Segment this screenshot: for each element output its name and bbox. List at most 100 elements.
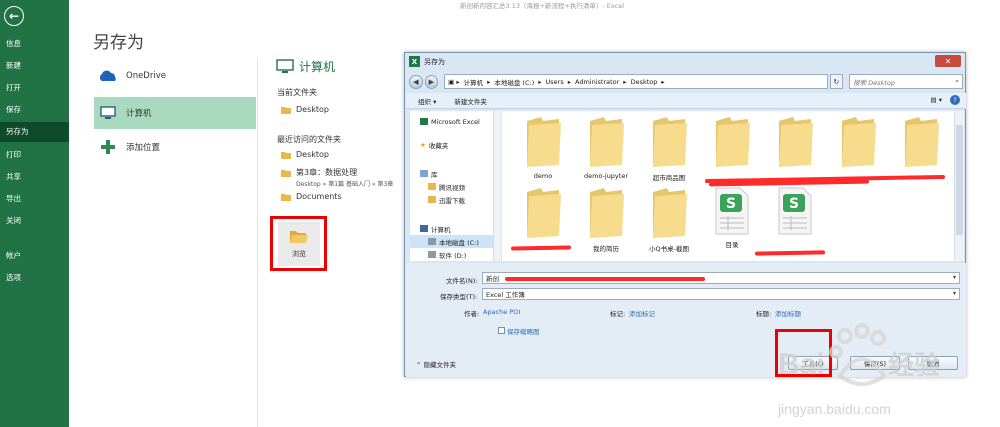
- filetype-select[interactable]: Excel 工作簿 ▾: [482, 288, 960, 300]
- file-label: demo-jupyter: [583, 172, 629, 180]
- excel-icon: [420, 118, 428, 125]
- folder-item[interactable]: demo: [513, 115, 573, 185]
- tree-item[interactable]: ★ 收藏夹: [410, 138, 496, 151]
- folder-icon: [527, 117, 561, 167]
- recent-folder-item[interactable]: Desktop: [281, 150, 329, 159]
- svg-text:Bai: Bai: [778, 348, 825, 381]
- excel-icon: X: [409, 56, 420, 67]
- scroll-thumb[interactable]: [956, 125, 963, 235]
- folder-item[interactable]: [765, 115, 825, 185]
- computer-icon: [420, 225, 428, 232]
- filetype-label: 保存类型(T):: [440, 293, 478, 301]
- folder-icon: [281, 151, 291, 159]
- tree-item[interactable]: 本地磁盘 (C:): [410, 235, 496, 248]
- baidu-jingyan-watermark: Bai 经验 jingyan.baidu.com: [777, 323, 940, 417]
- spreadsheet-file-item[interactable]: S 目录: [702, 186, 762, 256]
- author-value[interactable]: Apache POI: [483, 308, 520, 316]
- recent-folders-label: 最近访问的文件夹: [277, 135, 341, 144]
- search-icon: ⌕: [955, 77, 960, 85]
- computer-icon: [98, 105, 118, 121]
- recent-folder-item[interactable]: 第3章：数据处理: [281, 167, 357, 178]
- back-arrow-icon[interactable]: ←: [4, 6, 24, 26]
- folder-item[interactable]: 我的简历: [576, 186, 636, 256]
- new-folder-button[interactable]: 新建文件夹: [454, 96, 487, 106]
- sidebar-item-export[interactable]: 导出: [0, 189, 69, 209]
- sidebar-item-share[interactable]: 共享: [0, 167, 69, 187]
- folder-icon: ▣ ▸: [448, 77, 460, 86]
- svg-text:S: S: [789, 196, 799, 212]
- filename-label: 文件名(N):: [446, 277, 478, 285]
- location-label: 计算机: [126, 109, 152, 119]
- file-label: 目录: [725, 241, 739, 249]
- plus-icon: [98, 139, 118, 155]
- tree-item[interactable]: Microsoft Excel: [410, 115, 496, 128]
- window-title: 新创新内容汇总3.13（海报+新流程+执行清单）- Excel: [460, 2, 624, 10]
- recent-folder-item[interactable]: Documents: [281, 192, 342, 201]
- forward-icon[interactable]: ▶: [424, 74, 439, 89]
- chevron-down-icon: ▾: [952, 274, 956, 281]
- spreadsheet-icon: S: [778, 187, 812, 235]
- folder-icon: [281, 193, 291, 201]
- sidebar-item-open[interactable]: 打开: [0, 78, 69, 98]
- navigation-bar: ◀ ▶ ▣ ▸ 计算机 ▸ 本地磁盘 (C:) ▸ Users ▸ Administr…: [409, 73, 964, 90]
- highlight-box: [270, 216, 327, 271]
- star-icon: ★: [420, 140, 426, 149]
- tree-scrollbar[interactable]: [493, 111, 501, 261]
- sidebar-item-close[interactable]: 关闭: [0, 211, 69, 231]
- current-folder-label: 当前文件夹: [277, 88, 317, 97]
- backstage-sidebar: ← 信息 新建 打开 保存 另存为 打印 共享 导出 关闭 帐户 选项: [0, 0, 69, 427]
- tree-item[interactable]: 迅雷下载: [410, 193, 496, 206]
- sidebar-item-account[interactable]: 帐户: [0, 246, 69, 266]
- folder-icon: [842, 117, 876, 167]
- sidebar-item-save-as[interactable]: 另存为: [0, 122, 69, 142]
- divider: [257, 58, 258, 427]
- sidebar-item-save[interactable]: 保存: [0, 100, 69, 120]
- hide-folders-toggle[interactable]: ⌃ 隐藏文件夹: [416, 359, 456, 369]
- file-label: demo: [533, 172, 553, 180]
- thumbnail-label[interactable]: 保存缩略图: [507, 326, 540, 336]
- location-computer[interactable]: 计算机: [94, 97, 256, 129]
- library-icon: [420, 170, 428, 177]
- address-bar[interactable]: ▣ ▸ 计算机 ▸ 本地磁盘 (C:) ▸ Users ▸ Administrator…: [444, 74, 828, 89]
- folder-item[interactable]: demo-jupyter: [576, 115, 636, 185]
- sidebar-item-new[interactable]: 新建: [0, 56, 69, 76]
- folder-icon: [653, 188, 687, 238]
- folder-item[interactable]: [828, 115, 888, 185]
- tree-item[interactable]: 腾讯视频: [410, 180, 496, 193]
- folder-icon: [428, 196, 436, 203]
- title-label: 标题:: [756, 310, 772, 318]
- back-icon[interactable]: ◀: [409, 74, 423, 89]
- folder-item[interactable]: [702, 115, 762, 185]
- refresh-icon[interactable]: ↻: [829, 74, 844, 89]
- folder-icon: [716, 117, 750, 167]
- thumbnail-checkbox[interactable]: [498, 327, 505, 334]
- spreadsheet-file-item[interactable]: S: [765, 186, 825, 256]
- location-label: OneDrive: [126, 71, 166, 81]
- folder-icon: [428, 183, 436, 190]
- location-label: 添加位置: [126, 143, 161, 153]
- view-icon[interactable]: ▤ ▾: [931, 96, 942, 104]
- file-list-scrollbar[interactable]: [954, 111, 964, 261]
- location-add-place[interactable]: 添加位置: [94, 131, 256, 163]
- folder-item[interactable]: 超市商品图: [639, 115, 699, 185]
- folder-item[interactable]: 小Q书桌-截图: [639, 186, 699, 256]
- sidebar-item-options[interactable]: 选项: [0, 268, 69, 288]
- search-input[interactable]: 搜索 Desktop ⌕: [849, 74, 964, 89]
- tree-item[interactable]: 计算机: [410, 222, 496, 235]
- folder-icon: [527, 188, 561, 238]
- close-icon[interactable]: ✕: [935, 55, 961, 67]
- filename-input[interactable]: 新创 ▾: [482, 272, 960, 284]
- svg-text:S: S: [726, 196, 736, 212]
- folder-icon: [590, 188, 624, 238]
- sidebar-item-info[interactable]: 信息: [0, 34, 69, 54]
- add-tags-link[interactable]: 添加标记: [629, 308, 655, 318]
- tree-item[interactable]: 库: [410, 167, 496, 180]
- current-folder-item[interactable]: Desktop: [281, 105, 329, 114]
- tree-item[interactable]: 软件 (D:): [410, 248, 496, 261]
- organize-button[interactable]: 组织 ▾: [418, 96, 436, 106]
- svg-text:jingyan.baidu.com: jingyan.baidu.com: [777, 401, 891, 417]
- navigation-tree: Microsoft Excel ★ 收藏夹 库 腾讯视频 迅雷下载 计算机 本地磁…: [410, 111, 497, 261]
- help-icon[interactable]: ?: [950, 95, 960, 105]
- sidebar-item-print[interactable]: 打印: [0, 145, 69, 165]
- location-onedrive[interactable]: OneDrive: [94, 60, 256, 92]
